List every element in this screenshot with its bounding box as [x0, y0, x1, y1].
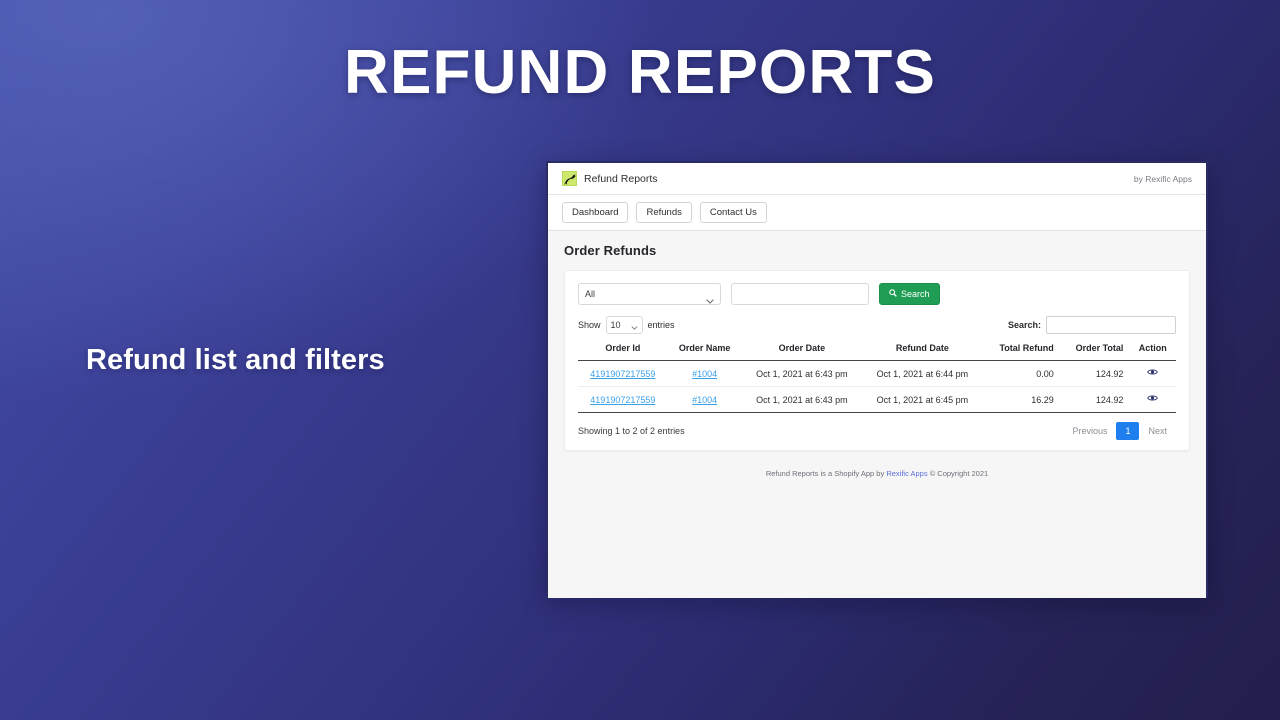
keyword-input[interactable] — [731, 283, 869, 305]
cell-order-date: Oct 1, 2021 at 6:43 pm — [742, 387, 863, 413]
cell-order-total: 124.92 — [1060, 361, 1130, 387]
footer-prefix: Refund Reports is a Shopify App by — [766, 469, 887, 478]
cell-order-total: 124.92 — [1060, 387, 1130, 413]
column-refund-date[interactable]: Refund Date — [862, 343, 983, 361]
column-order-name[interactable]: Order Name — [668, 343, 742, 361]
footer-link-rexific-apps[interactable]: Rexific Apps — [886, 469, 927, 478]
slide-caption: Refund list and filters — [86, 340, 385, 380]
page-body: Order Refunds All — [548, 231, 1206, 598]
search-button[interactable]: Search — [879, 283, 940, 305]
page-length-control: Show 10 entries — [578, 316, 675, 334]
cell-order-date: Oct 1, 2021 at 6:43 pm — [742, 361, 863, 387]
order-id-link[interactable]: 4191907217559 — [590, 395, 655, 405]
app-nav: Dashboard Refunds Contact Us — [548, 195, 1206, 231]
datatable-search-label: Search: — [1008, 320, 1041, 330]
app-header: Refund Reports by Rexific Apps — [548, 163, 1206, 195]
column-total-refund[interactable]: Total Refund — [983, 343, 1060, 361]
search-button-label: Search — [901, 289, 930, 299]
cell-order-id: 4191907217559 — [578, 387, 668, 413]
table-head: Order Id Order Name Order Date Refund Da… — [578, 343, 1176, 361]
page-length-select[interactable]: 10 — [606, 316, 643, 334]
pagination-previous[interactable]: Previous — [1063, 422, 1116, 440]
entries-info: Showing 1 to 2 of 2 entries — [578, 426, 685, 436]
entries-label: entries — [648, 320, 675, 330]
pagination-next[interactable]: Next — [1139, 422, 1176, 440]
cell-action — [1129, 361, 1176, 387]
slide-canvas: REFUND REPORTS Refund list and filters R… — [0, 0, 1280, 720]
page-length-wrap: 10 — [606, 316, 643, 334]
table-footer: Showing 1 to 2 of 2 entries Previous 1 N… — [578, 422, 1176, 440]
column-action: Action — [1129, 343, 1176, 361]
bird-logo-icon — [562, 171, 577, 186]
nav-button-contact-us[interactable]: Contact Us — [700, 202, 767, 224]
cell-order-name: #1004 — [668, 361, 742, 387]
show-label: Show — [578, 320, 601, 330]
column-order-date[interactable]: Order Date — [742, 343, 863, 361]
cell-order-id: 4191907217559 — [578, 361, 668, 387]
section-title: Order Refunds — [564, 243, 1190, 258]
eye-icon[interactable] — [1147, 368, 1158, 379]
datatable-search-input[interactable] — [1046, 316, 1176, 334]
datatable-search: Search: — [1008, 316, 1176, 334]
column-order-id[interactable]: Order Id — [578, 343, 668, 361]
eye-icon[interactable] — [1147, 394, 1158, 405]
column-order-total[interactable]: Order Total — [1060, 343, 1130, 361]
cell-refund-date: Oct 1, 2021 at 6:45 pm — [862, 387, 983, 413]
cell-refund-date: Oct 1, 2021 at 6:44 pm — [862, 361, 983, 387]
datatable-controls: Show 10 entries — [578, 316, 1176, 334]
status-filter-wrap: All — [578, 283, 721, 305]
table-header-row: Order Id Order Name Order Date Refund Da… — [578, 343, 1176, 361]
nav-button-dashboard[interactable]: Dashboard — [562, 202, 628, 224]
window-right-edge — [1206, 161, 1208, 598]
pagination-page-1[interactable]: 1 — [1116, 422, 1139, 440]
cell-total-refund: 16.29 — [983, 387, 1060, 413]
cell-action — [1129, 387, 1176, 413]
brand-credit: by Rexific Apps — [1134, 174, 1192, 184]
nav-button-refunds[interactable]: Refunds — [636, 202, 691, 224]
page-title: REFUND REPORTS — [0, 36, 1280, 110]
magnifier-icon — [889, 289, 897, 299]
table-row: 4191907217559 #1004 Oct 1, 2021 at 6:43 … — [578, 387, 1176, 413]
pagination: Previous 1 Next — [1063, 422, 1176, 440]
brand-name: Refund Reports — [584, 173, 658, 185]
order-name-link[interactable]: #1004 — [692, 395, 717, 405]
table-row: 4191907217559 #1004 Oct 1, 2021 at 6:43 … — [578, 361, 1176, 387]
app-window: Refund Reports by Rexific Apps Dashboard… — [546, 161, 1208, 598]
cell-order-name: #1004 — [668, 387, 742, 413]
footer-suffix: © Copyright 2021 — [928, 469, 989, 478]
order-name-link[interactable]: #1004 — [692, 369, 717, 379]
cell-total-refund: 0.00 — [983, 361, 1060, 387]
status-filter-select[interactable]: All — [578, 283, 721, 305]
brand: Refund Reports — [562, 171, 658, 186]
filter-row: All — [578, 283, 1176, 305]
order-id-link[interactable]: 4191907217559 — [590, 369, 655, 379]
refunds-table: Order Id Order Name Order Date Refund Da… — [578, 343, 1176, 413]
window-content: Refund Reports by Rexific Apps Dashboard… — [548, 163, 1206, 598]
app-footer: Refund Reports is a Shopify App by Rexif… — [564, 469, 1190, 478]
refunds-card: All — [564, 270, 1190, 451]
table-body: 4191907217559 #1004 Oct 1, 2021 at 6:43 … — [578, 361, 1176, 413]
